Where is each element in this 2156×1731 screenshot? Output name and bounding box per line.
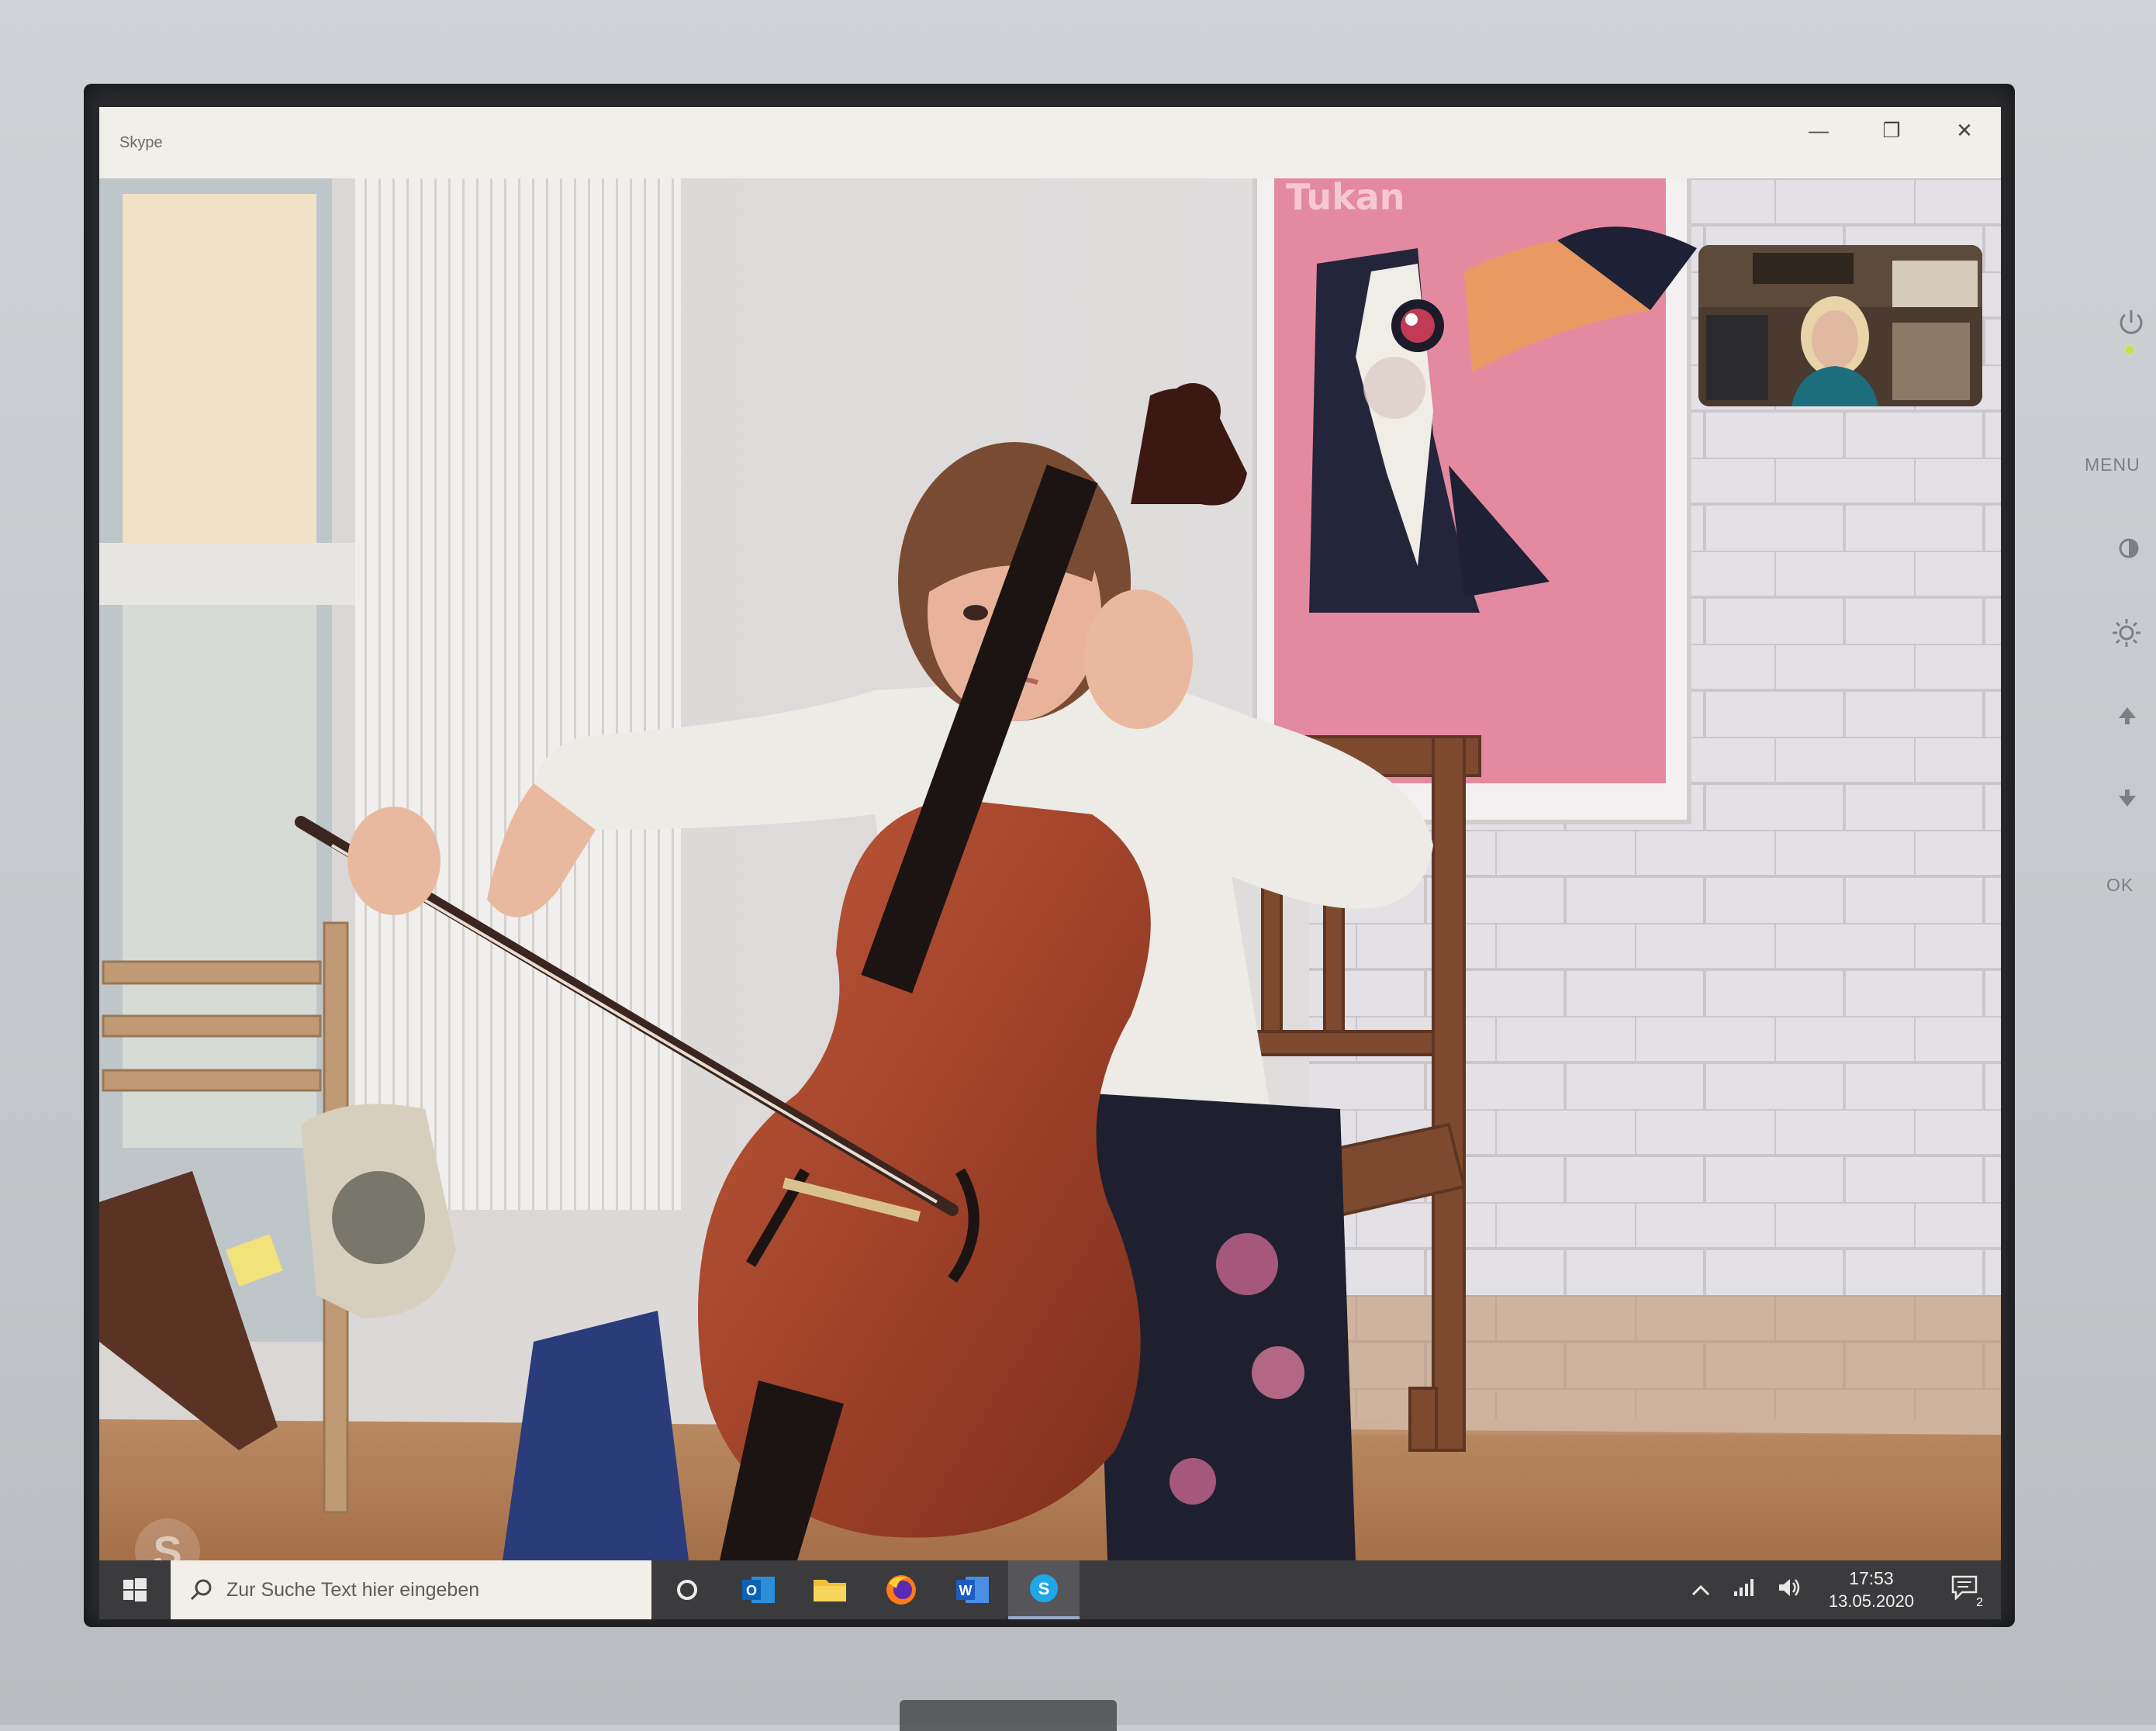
window-sill (99, 543, 355, 605)
poster-title: Tukan (1286, 178, 1405, 218)
taskbar-word[interactable]: W (937, 1560, 1008, 1619)
close-icon: ✕ (1956, 118, 1973, 142)
outlook-letter: O (746, 1583, 757, 1598)
search-placeholder: Zur Suche Text hier eingeben (226, 1578, 480, 1601)
window-controls: — ❐ ✕ (1782, 107, 2001, 154)
action-center-button[interactable]: 2 (1951, 1575, 1985, 1610)
brightness-icon[interactable] (2111, 617, 2142, 648)
self-view-preview[interactable] (1698, 245, 1982, 406)
network-icon[interactable] (1733, 1577, 1756, 1603)
close-button[interactable]: ✕ (1928, 107, 2001, 154)
vertical-blinds (355, 178, 681, 1210)
firefox-icon (886, 1575, 916, 1605)
word-icon: W (956, 1577, 989, 1603)
up-icon[interactable] (2116, 704, 2139, 727)
skype-title-bar[interactable]: Skype — ❐ ✕ (99, 107, 2001, 178)
monitor-brand-logo (900, 1700, 1117, 1731)
taskbar-skype[interactable]: S (1008, 1560, 1080, 1619)
folder-icon (814, 1580, 846, 1601)
notification-count-badge: 2 (1974, 1595, 1985, 1610)
search-icon (190, 1579, 212, 1601)
contrast-icon[interactable] (2117, 537, 2140, 560)
taskbar-firefox[interactable] (866, 1560, 937, 1619)
word-letter: W (959, 1583, 973, 1598)
down-icon[interactable] (2116, 786, 2139, 810)
bow-hand (347, 807, 441, 915)
volume-icon[interactable] (1778, 1577, 1802, 1604)
minimize-icon: — (1809, 118, 1829, 142)
taskbar-clock[interactable]: 17:53 13.05.2020 (1829, 1567, 1914, 1613)
taskbar-file-explorer[interactable] (794, 1560, 866, 1619)
windows-icon (123, 1578, 147, 1601)
task-view-icon (677, 1580, 697, 1600)
minimize-button[interactable]: — (1782, 107, 1855, 154)
remote-video[interactable]: Tukan S (99, 178, 2001, 1560)
screen: Skype — ❐ ✕ Tukan S Zur Suche Text hier … (99, 107, 2001, 1619)
search-input[interactable]: Zur Suche Text hier eingeben (171, 1560, 651, 1619)
system-tray: 17:53 13.05.2020 2 (1680, 1560, 2001, 1619)
power-icon[interactable] (2116, 307, 2147, 338)
show-hidden-icons-chevron-up-icon[interactable] (1691, 1578, 1711, 1602)
maximize-icon: ❐ (1882, 118, 1901, 142)
notification-icon (1951, 1575, 1978, 1601)
skype-icon: S (1030, 1574, 1058, 1602)
skype-watermark-letter: S (153, 1526, 182, 1561)
clock-date: 13.05.2020 (1828, 1591, 1914, 1611)
taskbar-outlook[interactable]: O (723, 1560, 794, 1619)
window-title: Skype (119, 133, 163, 151)
maximize-button[interactable]: ❐ (1855, 107, 1928, 154)
task-view-button[interactable] (651, 1560, 723, 1619)
taskbar: Zur Suche Text hier eingeben O W S 17:53… (99, 1560, 2001, 1619)
outlook-icon: O (742, 1577, 775, 1603)
self-view-scene (1698, 245, 1982, 406)
start-button[interactable] (99, 1560, 171, 1619)
clock-time: 17:53 (1849, 1568, 1894, 1588)
power-led (2126, 346, 2134, 354)
monitor-menu-button[interactable]: MENU (2085, 454, 2140, 475)
toucan-poster: Tukan (1252, 178, 1697, 824)
monitor-ok-button[interactable]: OK (2106, 875, 2134, 896)
skype-letter: S (1038, 1579, 1050, 1598)
window-pane-top (123, 194, 316, 543)
window-pane-bottom (123, 605, 316, 1148)
